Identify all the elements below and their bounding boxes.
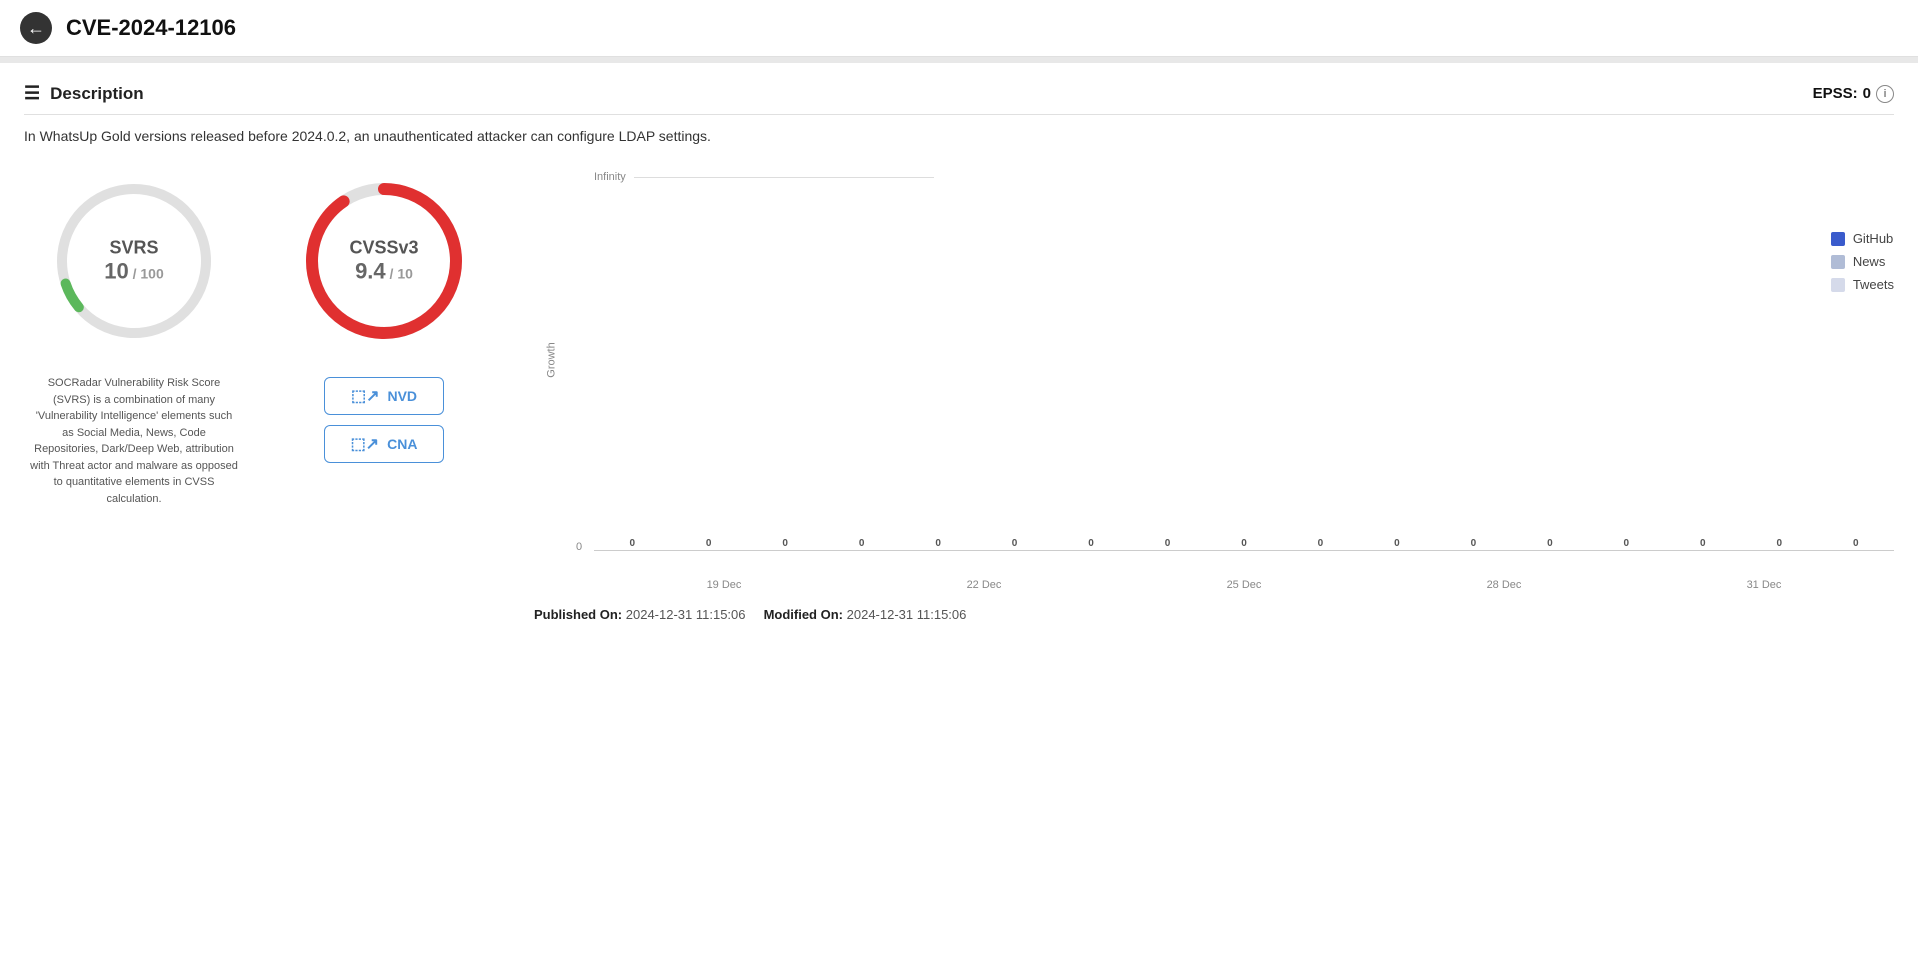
cvss-value: 9.4 / 10 bbox=[349, 259, 418, 285]
section-title-group: ☰ Description bbox=[24, 83, 144, 104]
chart-inner: Infinity Growth 0 0 0 0 0 0 0 bbox=[534, 171, 1894, 591]
nvd-label: NVD bbox=[387, 388, 417, 404]
modified-label: Modified On: bbox=[764, 607, 843, 622]
cvss-gauge: CVSSv3 9.4 / 10 bbox=[294, 171, 474, 351]
growth-label: Growth bbox=[546, 343, 558, 378]
legend-tweets: Tweets bbox=[1831, 277, 1894, 292]
epss-info-icon[interactable]: i bbox=[1876, 85, 1894, 103]
list-icon: ☰ bbox=[24, 83, 40, 104]
y-zero-label: 0 bbox=[576, 541, 582, 553]
chart-x-axis: 19 Dec 22 Dec 25 Dec 28 Dec 31 Dec bbox=[594, 573, 1894, 591]
zero-marker-7: 0 bbox=[1165, 538, 1171, 549]
legend-tweets-label: Tweets bbox=[1853, 277, 1894, 292]
epss-badge: EPSS: 0 i bbox=[1813, 85, 1894, 103]
svrs-section: SVRS 10 / 100 SOCRadar Vulnerability Ris… bbox=[24, 171, 244, 507]
zero-marker-4: 0 bbox=[935, 538, 941, 549]
nvd-external-icon: ⬚↗ bbox=[351, 386, 380, 406]
x-label-3: 28 Dec bbox=[1487, 579, 1522, 591]
chart-plot bbox=[594, 171, 1894, 551]
zero-marker-6: 0 bbox=[1088, 538, 1094, 549]
svrs-title: SVRS bbox=[104, 238, 164, 259]
nvd-button[interactable]: ⬚↗ NVD bbox=[324, 377, 444, 415]
published-label: Published On: bbox=[534, 607, 622, 622]
cvss-section: CVSSv3 9.4 / 10 ⬚↗ NVD ⬚↗ CNA bbox=[274, 171, 494, 463]
cvss-buttons: ⬚↗ NVD ⬚↗ CNA bbox=[324, 377, 444, 463]
published-value: 2024-12-31 11:15:06 bbox=[626, 607, 746, 622]
back-button[interactable]: ← bbox=[20, 12, 52, 44]
x-label-2: 25 Dec bbox=[1227, 579, 1262, 591]
zero-marker-14: 0 bbox=[1700, 538, 1706, 549]
page-title: CVE-2024-12106 bbox=[66, 15, 236, 41]
zero-marker-1: 0 bbox=[706, 538, 712, 549]
main-content: ☰ Description EPSS: 0 i In WhatsUp Gold … bbox=[0, 63, 1918, 671]
legend-github-dot bbox=[1831, 232, 1845, 246]
zero-marker-11: 0 bbox=[1471, 538, 1477, 549]
cna-label: CNA bbox=[387, 436, 417, 452]
section-title-label: Description bbox=[50, 84, 144, 104]
footer-meta: Published On: 2024-12-31 11:15:06 Modifi… bbox=[534, 607, 1894, 622]
zero-marker-15: 0 bbox=[1776, 538, 1782, 549]
modified-value: 2024-12-31 11:15:06 bbox=[847, 607, 967, 622]
zero-marker-8: 0 bbox=[1241, 538, 1247, 549]
x-label-1: 22 Dec bbox=[967, 579, 1002, 591]
epss-label: EPSS: bbox=[1813, 85, 1858, 102]
description-text: In WhatsUp Gold versions released before… bbox=[24, 125, 1894, 147]
x-label-4: 31 Dec bbox=[1747, 579, 1782, 591]
zero-marker-2: 0 bbox=[782, 538, 788, 549]
cna-button[interactable]: ⬚↗ CNA bbox=[324, 425, 444, 463]
svrs-gauge: SVRS 10 / 100 bbox=[44, 171, 224, 351]
chart-area: Infinity Growth 0 0 0 0 0 0 0 bbox=[534, 171, 1894, 651]
section-header: ☰ Description EPSS: 0 i bbox=[24, 83, 1894, 115]
svrs-description: SOCRadar Vulnerability Risk Score (SVRS)… bbox=[29, 375, 239, 507]
x-label-0: 19 Dec bbox=[707, 579, 742, 591]
zero-marker-3: 0 bbox=[859, 538, 865, 549]
epss-value: 0 bbox=[1863, 85, 1871, 102]
legend-tweets-dot bbox=[1831, 278, 1845, 292]
zero-marker-9: 0 bbox=[1318, 538, 1324, 549]
legend-news-label: News bbox=[1853, 254, 1886, 269]
svrs-value: 10 / 100 bbox=[104, 259, 164, 285]
legend-github: GitHub bbox=[1831, 231, 1894, 246]
zero-marker-5: 0 bbox=[1012, 538, 1018, 549]
zero-marker-10: 0 bbox=[1394, 538, 1400, 549]
charts-row: SVRS 10 / 100 SOCRadar Vulnerability Ris… bbox=[24, 171, 1894, 651]
zero-marker-12: 0 bbox=[1547, 538, 1553, 549]
zero-marker-16: 0 bbox=[1853, 538, 1859, 549]
legend-news-dot bbox=[1831, 255, 1845, 269]
zero-marker-13: 0 bbox=[1624, 538, 1630, 549]
svrs-gauge-label: SVRS 10 / 100 bbox=[104, 238, 164, 285]
chart-legend: GitHub News Tweets bbox=[1831, 231, 1894, 292]
zero-marker-0: 0 bbox=[629, 538, 635, 549]
zero-markers-row: 0 0 0 0 0 0 0 0 0 0 0 0 0 0 0 0 0 bbox=[594, 538, 1894, 549]
legend-news: News bbox=[1831, 254, 1894, 269]
cvss-gauge-label: CVSSv3 9.4 / 10 bbox=[349, 238, 418, 285]
cna-external-icon: ⬚↗ bbox=[351, 434, 380, 454]
legend-github-label: GitHub bbox=[1853, 231, 1893, 246]
page-header: ← CVE-2024-12106 bbox=[0, 0, 1918, 57]
cvss-title: CVSSv3 bbox=[349, 238, 418, 259]
